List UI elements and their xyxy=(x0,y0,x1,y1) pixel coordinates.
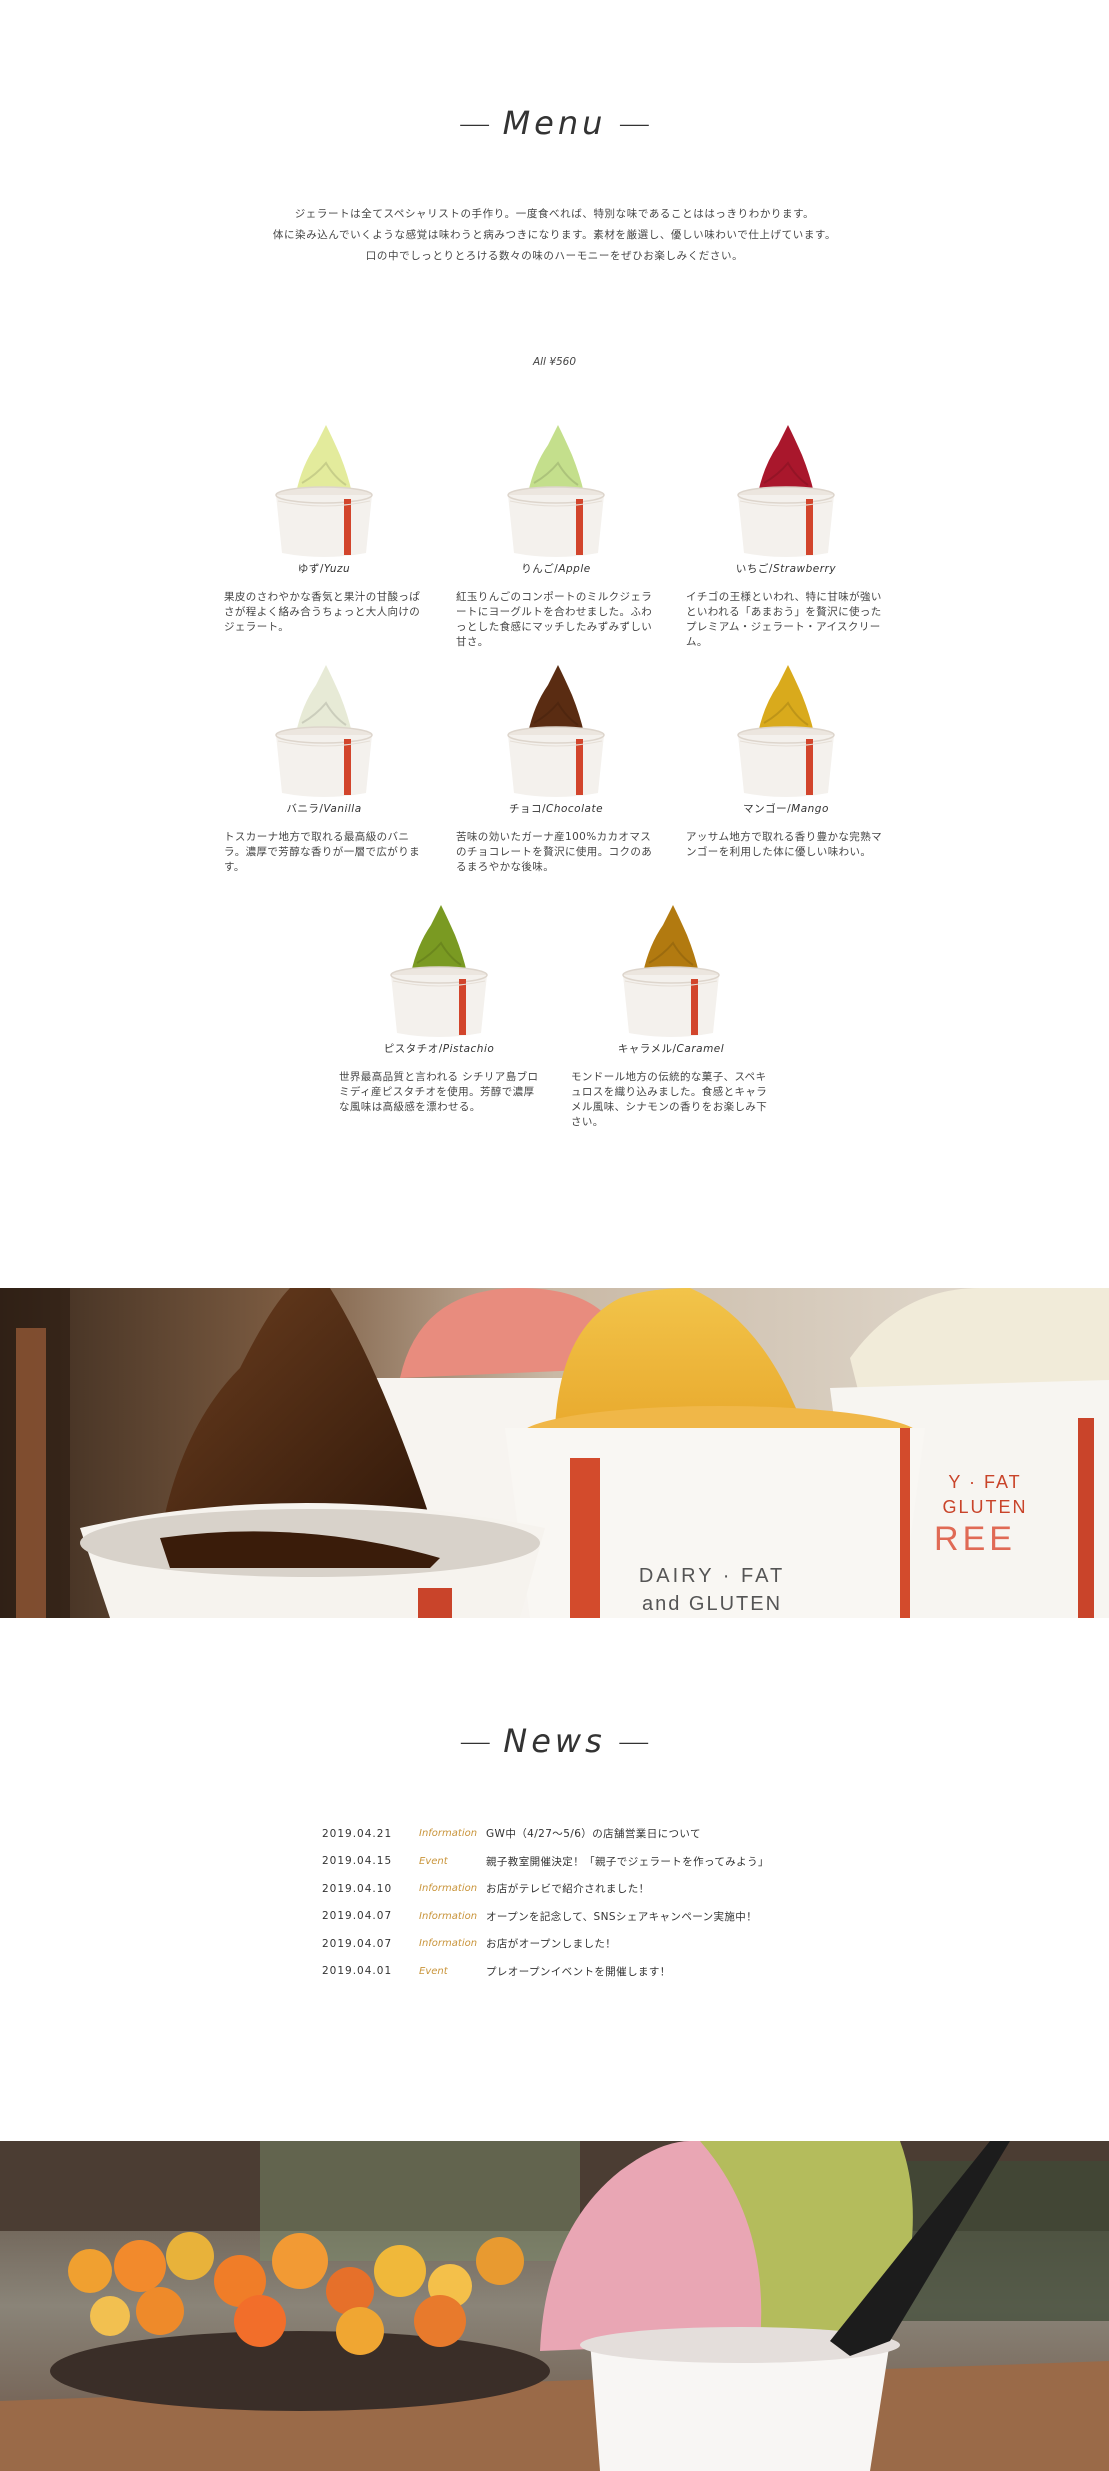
news-category: Event xyxy=(419,1855,448,1867)
news-category: Information xyxy=(419,1910,478,1922)
news-item[interactable]: 2019.04.07 Information お店がオープンしました！ xyxy=(322,1930,842,1958)
menu-item-description: アッサム地方で取れる香り豊かな完熟マンゴーを利用した体に優しい味わい。 xyxy=(686,831,882,858)
gelato-cup-icon xyxy=(390,905,488,1037)
gelato-cup-image xyxy=(339,905,539,1045)
gelato-cups-photo: DAIRY · FAT and GLUTEN Y · FAT GLUTEN RE… xyxy=(0,1288,1109,1618)
cup-print-text: DAIRY · FAT xyxy=(639,1565,785,1587)
news-list: 2019.04.21 Information GW中（4/27〜5/6）の店舗営… xyxy=(322,1820,842,1985)
title-dash: — xyxy=(458,104,491,142)
menu-item-pistachio: ピスタチオ/Pistachio 世界最高品質と言われる シチリア島ブロミディ産ピ… xyxy=(339,905,539,1115)
gelato-cup-icon xyxy=(507,425,605,557)
news-title: — News — xyxy=(0,1722,1109,1760)
news-date: 2019.04.15 xyxy=(322,1855,393,1868)
menu-item-mango: マンゴー/Mango アッサム地方で取れる香り豊かな完熟マンゴーを利用した体に優… xyxy=(686,665,886,860)
news-category: Information xyxy=(419,1938,478,1950)
news-date: 2019.04.21 xyxy=(322,1827,393,1840)
menu-item-strawberry: いちご/Strawberry イチゴの王様といわれ、特に甘味が強いといわれる「あ… xyxy=(686,425,886,650)
gelato-cup-spoon-photo xyxy=(0,2141,1109,2471)
news-item[interactable]: 2019.04.10 Information お店がテレビで紹介されました！ xyxy=(322,1875,842,1903)
news-date: 2019.04.07 xyxy=(322,1910,393,1923)
intro-line: 口の中でしっとりとろける数々の味のハーモニーをぜひお楽しみください。 xyxy=(365,250,744,262)
gelato-cup-image xyxy=(224,665,424,805)
news-item[interactable]: 2019.04.01 Event プレオープンイベントを開催します！ xyxy=(322,1958,842,1986)
title-dash: — xyxy=(618,104,651,142)
menu-item-description: モンドール地方の伝統的な菓子、スペキュロスを織り込みました。食感とキャラメル風味… xyxy=(571,1071,768,1128)
news-link[interactable]: オープンを記念して、SNSシェアキャンペーン実施中！ xyxy=(486,1909,842,1924)
news-date: 2019.04.10 xyxy=(322,1882,393,1895)
news-item[interactable]: 2019.04.07 Information オープンを記念して、SNSシェアキ… xyxy=(322,1903,842,1931)
menu-intro: ジェラートは全てスペシャリストの手作り。一度食べれば、特別な味であることははっき… xyxy=(0,204,1109,267)
menu-item-chocolate: チョコ/Chocolate 苦味の効いたガーナ産100%カカオマスのチョコレート… xyxy=(456,665,656,875)
title-dash: — xyxy=(617,1722,650,1760)
menu-item-description: イチゴの王様といわれ、特に甘味が強いといわれる「あまおう」を贅沢に使ったプレミア… xyxy=(686,591,882,648)
news-category: Event xyxy=(419,1965,448,1977)
news-category: Information xyxy=(419,1883,478,1895)
menu-title: — Menu — xyxy=(0,104,1109,142)
menu-item-vanilla: バニラ/Vanilla トスカーナ地方で取れる最高級のバニラ。濃厚で芳醇な香りが… xyxy=(224,665,424,875)
menu-item-description: トスカーナ地方で取れる最高級のバニラ。濃厚で芳醇な香りが一層で広がります。 xyxy=(224,831,420,873)
news-title-text: News xyxy=(503,1722,606,1760)
gelato-cup-icon xyxy=(275,425,373,557)
menu-item-description: 世界最高品質と言われる シチリア島ブロミディ産ピスタチオを使用。芳醇で濃厚な風味… xyxy=(339,1071,539,1113)
gelato-cup-icon xyxy=(275,665,373,797)
menu-title-text: Menu xyxy=(502,104,607,142)
menu-price: All ¥560 xyxy=(532,356,577,368)
news-link[interactable]: お店がテレビで紹介されました！ xyxy=(486,1881,842,1896)
gelato-photo-footer xyxy=(0,2141,1109,2471)
gelato-cup-image xyxy=(686,425,886,565)
news-item[interactable]: 2019.04.15 Event 親子教室開催決定！「親子でジェラートを作ってみ… xyxy=(322,1848,842,1876)
gelato-cup-image xyxy=(456,425,656,565)
gelato-photo-banner: DAIRY · FAT and GLUTEN Y · FAT GLUTEN RE… xyxy=(0,1288,1109,1618)
news-link[interactable]: プレオープンイベントを開催します！ xyxy=(486,1964,842,1979)
news-date: 2019.04.01 xyxy=(322,1965,393,1978)
news-category: Information xyxy=(419,1828,478,1840)
gelato-cup-icon xyxy=(737,425,835,557)
news-item[interactable]: 2019.04.21 Information GW中（4/27〜5/6）の店舗営… xyxy=(322,1820,842,1848)
gelato-cup-icon xyxy=(737,665,835,797)
menu-item-apple: りんご/Apple 紅玉りんごのコンポートのミルクジェラートにヨーグルトを合わせ… xyxy=(456,425,656,650)
title-dash: — xyxy=(459,1722,492,1760)
cup-print-text: Y · FAT xyxy=(948,1472,1021,1492)
cup-print-text: GLUTEN xyxy=(942,1497,1027,1517)
menu-item-yuzu: ゆず/Yuzu 果皮のさわやかな香気と果汁の甘酸っぱさが程よく絡み合うちょっと大… xyxy=(224,425,424,635)
menu-item-caramel: キャラメル/Caramel モンドール地方の伝統的な菓子、スペキュロスを織り込み… xyxy=(571,905,771,1130)
gelato-cup-icon xyxy=(622,905,720,1037)
intro-line: 体に染み込んでいくような感覚は味わうと病みつきになります。素材を厳選し、優しい味… xyxy=(272,229,837,241)
gelato-cup-icon xyxy=(507,665,605,797)
gelato-cup-image xyxy=(456,665,656,805)
gelato-cup-image xyxy=(224,425,424,565)
gelato-cup-image xyxy=(571,905,771,1045)
news-link[interactable]: 親子教室開催決定！「親子でジェラートを作ってみよう」 xyxy=(486,1854,842,1869)
menu-item-description: 果皮のさわやかな香気と果汁の甘酸っぱさが程よく絡み合うちょっと大人向けのジェラー… xyxy=(224,591,421,633)
menu-item-description: 苦味の効いたガーナ産100%カカオマスのチョコレートを贅沢に使用。コクのあるまろ… xyxy=(456,831,653,873)
news-link[interactable]: GW中（4/27〜5/6）の店舗営業日について xyxy=(486,1826,842,1841)
menu-item-description: 紅玉りんごのコンポートのミルクジェラートにヨーグルトを合わせました。ふわっとした… xyxy=(456,591,653,648)
intro-line: ジェラートは全てスペシャリストの手作り。一度食べれば、特別な味であることははっき… xyxy=(294,208,815,220)
gelato-cup-image xyxy=(686,665,886,805)
news-link[interactable]: お店がオープンしました！ xyxy=(486,1936,842,1951)
news-date: 2019.04.07 xyxy=(322,1937,393,1950)
cup-print-text: and GLUTEN xyxy=(642,1593,782,1615)
cup-print-text: REE xyxy=(934,1520,1016,1558)
